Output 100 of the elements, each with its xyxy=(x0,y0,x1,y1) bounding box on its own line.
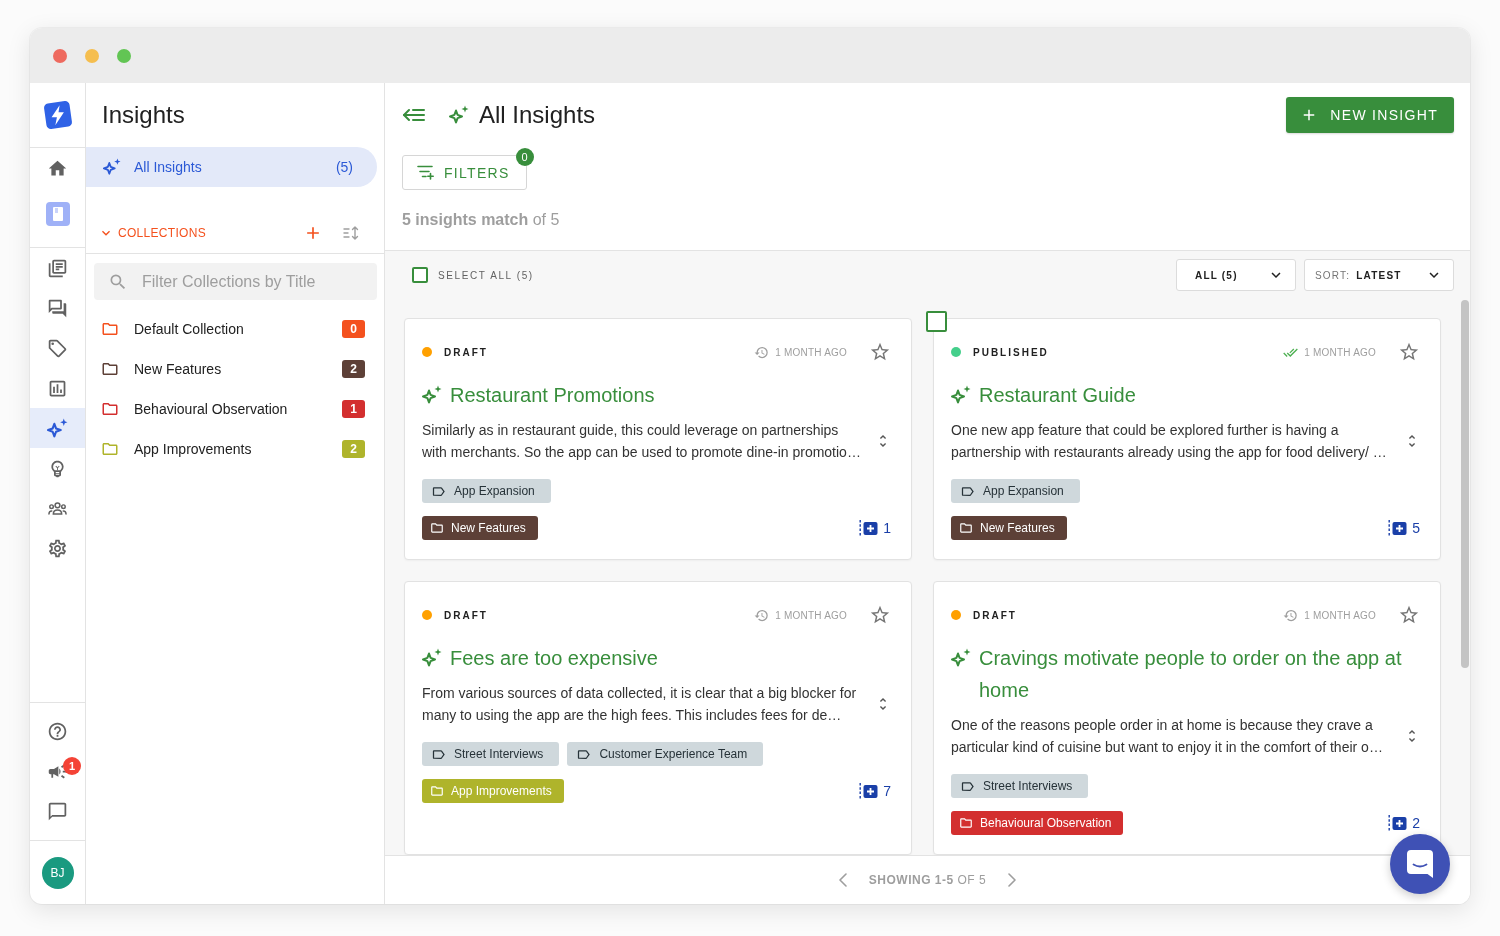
chat-bubble-icon xyxy=(47,800,68,822)
evidence-count: 1 xyxy=(883,520,891,536)
evidence-count: 5 xyxy=(1412,520,1420,536)
collection-item[interactable]: App Improvements 2 xyxy=(86,429,384,469)
sidebar-title: Insights xyxy=(102,100,185,130)
count-badge: 0 xyxy=(342,320,365,338)
status-label: DRAFT xyxy=(444,609,488,621)
count-badge: 2 xyxy=(342,440,365,458)
chat-bubble-icon xyxy=(1406,849,1434,879)
collections-toggle[interactable]: COLLECTIONS xyxy=(94,224,210,241)
sparkle-icon xyxy=(951,385,971,405)
scope-dropdown[interactable]: ALL (5) xyxy=(1176,259,1296,291)
tag-chip[interactable]: Street Interviews xyxy=(951,774,1089,798)
lightning-logo-icon xyxy=(42,100,73,130)
new-insight-button[interactable]: NEW INSIGHT xyxy=(1286,97,1454,133)
people-icon xyxy=(48,501,67,515)
collection-item[interactable]: Behavioural Observation 1 xyxy=(86,389,384,429)
count-badge: 2 xyxy=(342,360,365,378)
folder-icon xyxy=(959,521,973,535)
collapse-arrow-icon xyxy=(403,108,425,122)
chevron-left-icon xyxy=(838,873,847,887)
star-outline-icon xyxy=(869,341,891,363)
sparkle-icon xyxy=(422,648,442,668)
collection-chip[interactable]: Behavioural Observation xyxy=(951,811,1124,835)
insight-card[interactable] xyxy=(933,318,1441,560)
insight-title[interactable]: Cravings motivate people to order on the app at home xyxy=(979,642,1420,706)
documents-icon xyxy=(47,257,68,279)
chevron-right-icon xyxy=(1008,873,1017,887)
tag-chip[interactable]: App Expansion xyxy=(422,479,551,503)
star-button[interactable] xyxy=(1398,604,1420,626)
filter-count-badge: 0 xyxy=(515,148,534,166)
updated-time: 1 MONTH AGO xyxy=(775,346,847,358)
previous-page-button[interactable] xyxy=(838,873,847,887)
pagination-text: SHOWING 1-5 OF 5 xyxy=(868,873,987,887)
select-all-checkbox[interactable] xyxy=(412,267,428,283)
add-to-list-icon xyxy=(859,782,879,800)
insight-card[interactable] xyxy=(404,318,912,560)
scrollbar[interactable] xyxy=(1461,300,1469,668)
collection-chip[interactable]: New Features xyxy=(951,516,1067,540)
collection-item[interactable]: Default Collection 0 xyxy=(86,309,384,349)
notification-badge: 1 xyxy=(63,757,81,775)
add-to-list-icon xyxy=(859,519,879,537)
settings-icon xyxy=(47,537,68,559)
star-button[interactable] xyxy=(1398,341,1420,363)
match-summary: 5 insights match of 5 xyxy=(402,210,560,230)
insight-card[interactable] xyxy=(933,581,1441,855)
add-to-list-icon xyxy=(1388,519,1408,537)
folder-icon xyxy=(430,521,444,535)
insight-card[interactable] xyxy=(404,581,912,855)
insight-title[interactable]: Restaurant Promotions xyxy=(450,379,655,411)
collection-item[interactable]: New Features 2 xyxy=(86,349,384,389)
tag-chip[interactable]: Customer Experience Team xyxy=(567,742,764,766)
help-icon xyxy=(47,720,68,742)
sort-icon xyxy=(343,225,359,240)
evidence-count: 7 xyxy=(883,783,891,799)
notebook-tile-icon xyxy=(45,202,70,226)
announcements-button[interactable]: 1 xyxy=(30,751,85,791)
user-avatar[interactable]: BJ xyxy=(41,856,74,889)
all-insights-nav-item[interactable]: All Insights (5) xyxy=(86,147,377,187)
tag-chip[interactable]: App Expansion xyxy=(951,479,1080,503)
folder-icon xyxy=(430,784,444,798)
select-all-label: SELECT ALL (5) xyxy=(438,269,534,281)
tag-chip[interactable]: Street Interviews xyxy=(422,742,560,766)
star-outline-icon xyxy=(1398,341,1420,363)
count-badge: 1 xyxy=(342,400,365,418)
sparkle-icon xyxy=(422,385,442,405)
sparkle-icon xyxy=(47,417,68,439)
status-label: PUBLISHED xyxy=(973,346,1049,358)
star-button[interactable] xyxy=(869,341,891,363)
star-button[interactable] xyxy=(869,604,891,626)
insight-description: One new app feature that could be explored further is having a partnership with restaurants already using the app for food delivery/ … xyxy=(951,421,1388,462)
sort-collections-button[interactable] xyxy=(343,225,359,240)
insights-button[interactable] xyxy=(30,408,85,448)
sparkle-icon xyxy=(951,648,971,668)
sort-dropdown[interactable]: SORT: LATEST xyxy=(1304,259,1454,291)
insight-description: From various sources of data collected, it is clear that a big blocker for many to using the app are the high fees. This includes fees for de… xyxy=(422,684,858,725)
add-to-list-icon xyxy=(1388,814,1408,832)
close-button[interactable] xyxy=(53,48,67,63)
page-title: All Insights xyxy=(479,100,596,130)
insight-title[interactable]: Fees are too expensive xyxy=(450,642,658,674)
updated-time: 1 MONTH AGO xyxy=(775,609,847,621)
next-page-button[interactable] xyxy=(1008,873,1017,887)
star-outline-icon xyxy=(1398,604,1420,626)
folder-icon xyxy=(959,816,973,830)
updated-time: 1 MONTH AGO xyxy=(1304,609,1376,621)
search-field[interactable]: Filter Collections by Title xyxy=(94,263,377,300)
insight-title[interactable]: Restaurant Guide xyxy=(979,379,1136,411)
updated-time: 1 MONTH AGO xyxy=(1304,346,1376,358)
evidence-count: 2 xyxy=(1412,815,1420,831)
collection-chip[interactable]: New Features xyxy=(422,516,538,540)
insight-description: Similarly as in restaurant guide, this could leverage on partnerships with merchants. So the app can be used to promote dine-in promotio… xyxy=(422,421,862,462)
star-outline-icon xyxy=(869,604,891,626)
sparkle-icon xyxy=(103,158,121,176)
card-checkbox[interactable] xyxy=(926,311,947,332)
sparkle-icon xyxy=(449,105,469,125)
collapse-sidebar-button[interactable] xyxy=(403,108,425,122)
chat-icon xyxy=(47,297,68,319)
status-label: DRAFT xyxy=(973,609,1017,621)
insight-description: One of the reasons people order in at home is because they crave a particular kind of cuisine but want to enjoy it in the comfort of their o… xyxy=(951,716,1384,757)
tag-icon xyxy=(47,337,68,359)
